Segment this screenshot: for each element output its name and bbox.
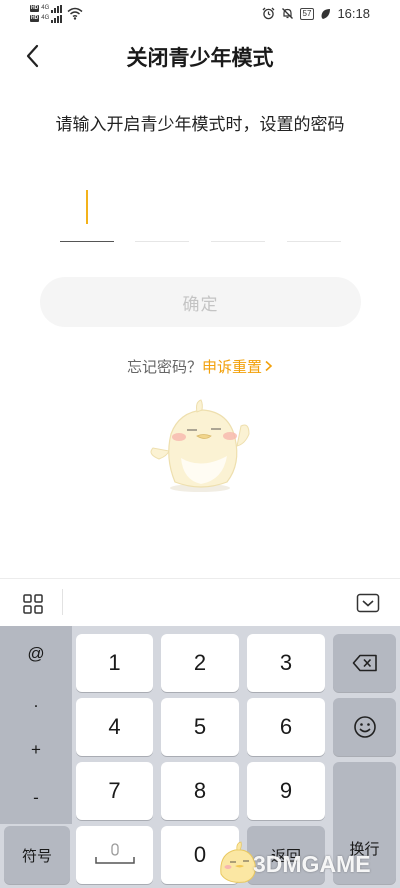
key-at[interactable]: @ [0,630,72,678]
keyboard-toolbar [0,578,400,626]
signal-icon-2 [51,14,63,23]
hd-badge-1: HD [30,5,40,12]
alarm-icon [262,7,275,20]
space-key[interactable] [76,826,153,884]
backspace-icon [352,654,377,672]
text-caret [86,190,88,224]
symbols-key[interactable]: 符号 [4,826,70,884]
page-title: 关闭青少年模式 [126,46,274,70]
key-8[interactable]: 8 [161,762,239,820]
cellular-status: HD 4G HD 4G [30,4,63,23]
key-4[interactable]: 4 [76,698,153,756]
key-7[interactable]: 7 [76,762,153,820]
hd-badge-2: HD [30,15,40,22]
keyboard-hide-icon[interactable] [356,593,380,613]
symbols-label: 符号 [21,846,52,865]
key-minus[interactable]: - [0,774,72,822]
network-type-2: 4G [41,15,50,21]
forgot-password: 忘记密码？申诉重置 [0,356,400,377]
network-type-1: 4G [41,5,50,11]
symbol-column: @ . + - [0,626,72,824]
password-prompt: 请输入开启青少年模式时，设置的密码 [55,115,345,135]
forgot-question: 忘记密码？ [126,358,202,376]
wifi-icon [67,7,83,20]
password-digit-2[interactable] [135,186,189,242]
key-plus[interactable]: + [0,726,72,774]
watermark: 3DMGAME [215,838,400,888]
watermark-text: 3DMGAME [253,851,371,877]
key-6[interactable]: 6 [247,698,325,756]
key-9[interactable]: 9 [247,762,325,820]
key-dot[interactable]: . [0,678,72,726]
key-2[interactable]: 2 [161,634,239,692]
status-left: HD 4G HD 4G [30,4,83,23]
appeal-reset-label: 申诉重置 [202,358,263,376]
microphone-icon [94,843,135,864]
password-digit-1[interactable] [60,186,114,242]
signal-icon-1 [51,4,63,13]
mute-icon [281,8,293,19]
emoji-key[interactable] [333,698,396,756]
clock: 16:18 [337,6,370,21]
password-digit-4[interactable] [287,186,341,242]
mascot-illustration [150,399,250,492]
key-1[interactable]: 1 [76,634,153,692]
key-3[interactable]: 3 [247,634,325,692]
delete-key[interactable] [333,634,396,692]
appeal-reset-link[interactable]: 申诉重置 [202,358,273,376]
battery-level: 57 [299,7,315,20]
grid-icon[interactable] [22,593,44,615]
key-5[interactable]: 5 [161,698,239,756]
password-digit-3[interactable] [211,186,265,242]
confirm-button[interactable]: 确定 [40,277,361,327]
header: 关闭青少年模式 [0,36,400,76]
chevron-right-icon [265,360,273,372]
status-bar: HD 4G HD 4G 57 16:18 [0,0,400,28]
smiley-icon [353,716,376,738]
status-right: 57 16:18 [262,6,370,21]
leaf-icon [321,8,331,19]
toolbar-divider [62,589,63,615]
